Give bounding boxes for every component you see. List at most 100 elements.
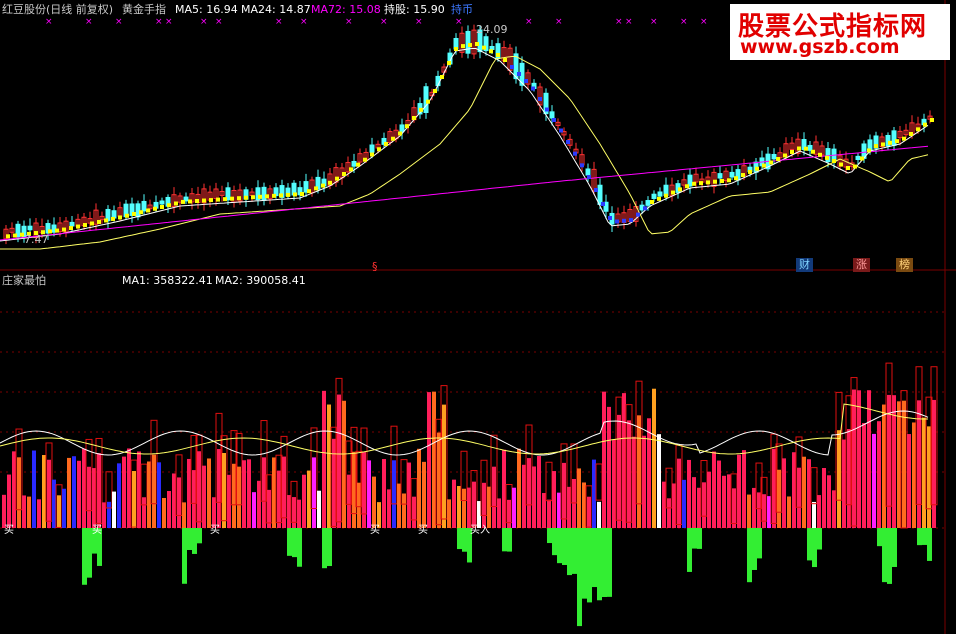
negative-bar	[597, 528, 602, 601]
volume-bar	[282, 456, 286, 528]
volume-bar	[657, 434, 661, 528]
volume-bar	[597, 501, 601, 528]
volume-bar	[632, 436, 636, 528]
volume-bar	[642, 435, 646, 528]
signal-dot	[503, 58, 507, 62]
chart-area[interactable]: × × × × × × × × × × × × × × × × × × × ×§	[0, 0, 956, 634]
signal-dot	[720, 179, 724, 183]
volume-bar	[317, 490, 321, 528]
signal-dot	[923, 122, 927, 127]
ma72-readout: MA72: 15.08	[311, 3, 381, 16]
signal-dot	[139, 210, 143, 215]
negative-bar	[572, 528, 577, 574]
ma1-readout: MA1: 358322.41	[122, 274, 213, 287]
lower-indicator-title: 庄家最怕	[2, 274, 46, 287]
volume-bar	[402, 493, 406, 528]
volume-bar	[57, 495, 61, 528]
volume-bar	[777, 469, 781, 528]
candle-body	[771, 153, 777, 160]
candle-body	[141, 200, 147, 212]
signal-dot	[419, 107, 423, 112]
volume-bar	[767, 496, 771, 528]
signal-dot	[853, 164, 857, 169]
signal-dot	[440, 75, 444, 79]
volume-bar	[917, 400, 921, 528]
volume-bar	[602, 391, 606, 528]
marker-zhang[interactable]: 涨	[853, 258, 870, 272]
signal-dot	[118, 215, 122, 220]
volume-bar	[362, 452, 366, 528]
volume-bar	[42, 455, 46, 528]
negative-bar	[692, 528, 697, 549]
volume-bar	[912, 422, 916, 528]
volume-bar	[707, 471, 711, 528]
signal-dot	[230, 196, 234, 201]
signal-dot	[153, 206, 157, 211]
volume-bar	[137, 451, 141, 528]
marker-bang[interactable]: 榜	[896, 258, 913, 272]
signal-dot	[293, 192, 297, 197]
volume-bar	[192, 470, 196, 528]
volume-bar	[687, 459, 691, 528]
volume-bar	[577, 468, 581, 528]
signal-dot	[811, 149, 815, 154]
volume-bar	[92, 468, 96, 528]
top-signal-mark: ×	[455, 17, 463, 27]
signal-dot	[846, 166, 850, 170]
volume-bar	[22, 495, 26, 528]
volume-bar	[797, 467, 801, 528]
volume-bar	[822, 468, 826, 528]
negative-bar	[697, 528, 702, 549]
volume-bar	[607, 406, 611, 528]
volume-bar	[812, 501, 816, 528]
volume-bar	[927, 426, 931, 528]
signal-dot	[433, 89, 437, 93]
volume-bar	[412, 496, 416, 528]
candle-body	[729, 171, 735, 178]
volume-bar	[457, 486, 461, 528]
volume-bar	[187, 458, 191, 528]
signal-dot	[713, 179, 717, 184]
signal-dot	[174, 201, 178, 206]
negative-bar	[687, 528, 692, 572]
volume-bar	[102, 502, 106, 528]
volume-bar	[552, 471, 556, 528]
signal-dot	[545, 107, 549, 112]
volume-bar	[637, 415, 641, 528]
signal-dot	[783, 153, 787, 158]
signal-dot	[790, 150, 794, 154]
signal-dot	[622, 218, 626, 223]
volume-bar	[697, 487, 701, 528]
marker-cai[interactable]: 财	[796, 258, 813, 272]
volume-bar	[417, 448, 421, 528]
negative-bar	[887, 528, 892, 584]
signal-dot	[832, 159, 836, 163]
volume-bar	[462, 488, 466, 528]
signal-dot	[223, 197, 227, 202]
signal-dot	[314, 186, 318, 191]
volume-bar	[747, 494, 751, 528]
signal-dot	[762, 163, 766, 168]
volume-outline	[545, 461, 553, 502]
negative-bar	[322, 528, 327, 569]
volume-bar	[257, 480, 261, 528]
volume-bar	[27, 496, 31, 528]
peak-price-label: 24.09	[476, 23, 508, 36]
negative-bar	[292, 528, 297, 558]
negative-bar	[502, 528, 507, 552]
hold-tag: 持币	[451, 3, 473, 16]
signal-dot	[531, 86, 535, 91]
negative-bar	[562, 528, 567, 565]
volume-bar	[312, 457, 316, 528]
negative-bar	[187, 528, 192, 550]
volume-bar	[497, 498, 501, 528]
signal-dot	[671, 190, 675, 195]
negative-bar	[297, 528, 302, 567]
signal-dot	[216, 197, 220, 202]
volume-bar	[147, 461, 151, 528]
signal-dot	[608, 216, 612, 220]
volume-bar	[882, 404, 886, 528]
volume-bar	[862, 423, 866, 528]
volume-bar	[442, 404, 446, 528]
signal-dot	[454, 47, 458, 51]
